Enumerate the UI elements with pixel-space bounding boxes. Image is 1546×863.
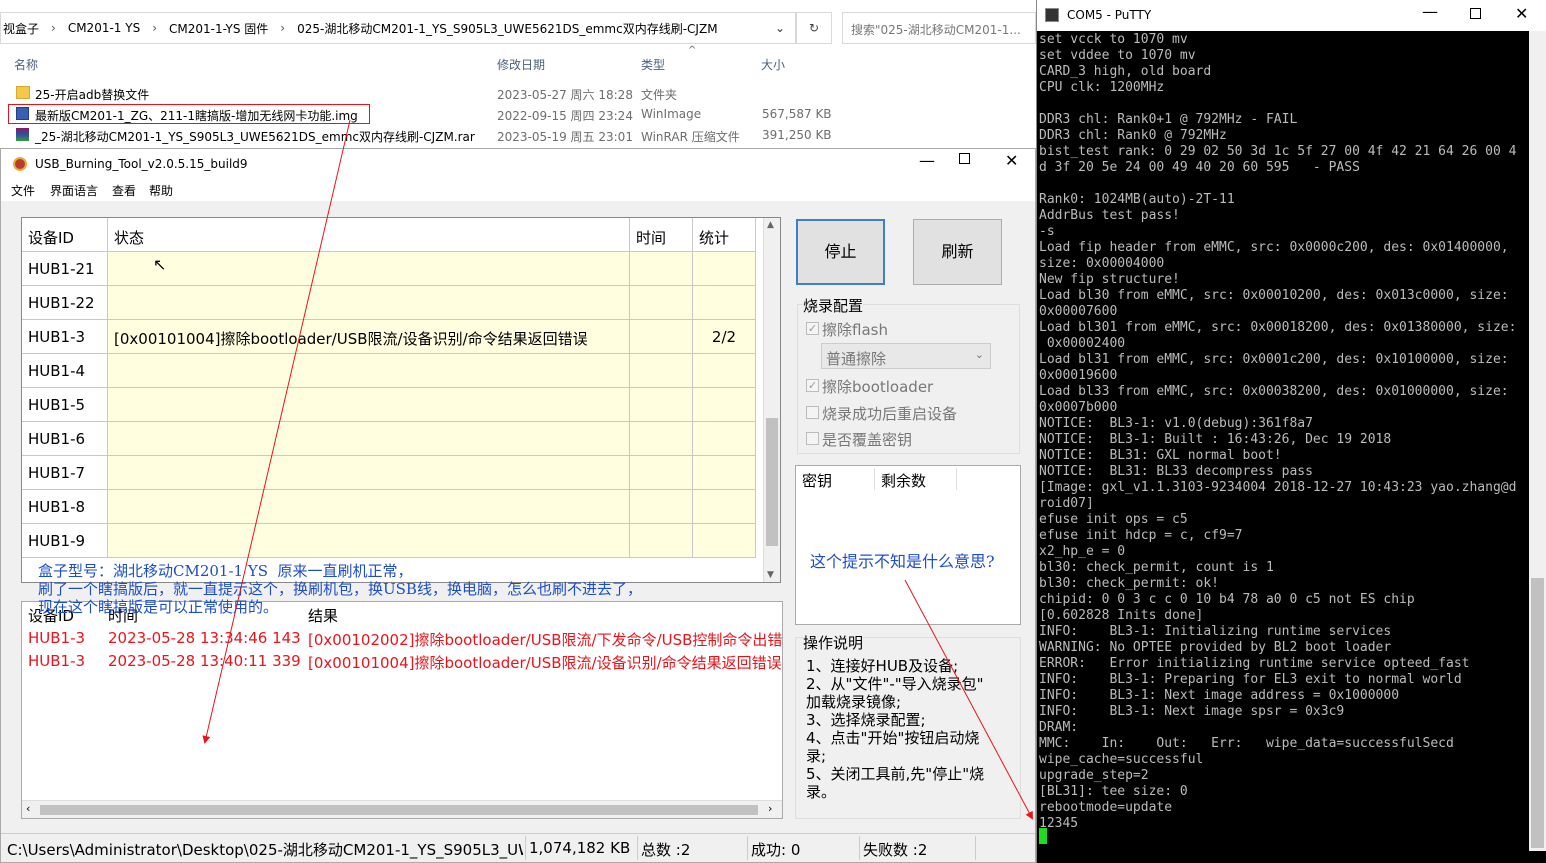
scroll-thumb[interactable] [1531, 578, 1544, 848]
close-icon[interactable]: ✕ [1515, 4, 1528, 23]
terminal-cursor [1039, 828, 1047, 844]
terminal-scrollbar[interactable] [1529, 31, 1546, 851]
arrow-line [202, 119, 351, 744]
arrow-line [904, 579, 1033, 820]
putty-title-bar[interactable]: COM5 - PuTTY — ✕ [1037, 0, 1546, 31]
maximize-icon[interactable] [1470, 8, 1481, 19]
putty-window: COM5 - PuTTY — ✕ set vcck to 1070 mv set… [1036, 0, 1546, 863]
putty-title: COM5 - PuTTY [1067, 8, 1152, 22]
terminal-output[interactable]: set vcck to 1070 mv set vddee to 1070 mv… [1039, 32, 1531, 852]
terminal-icon [1045, 8, 1059, 22]
minimize-icon[interactable]: — [1422, 2, 1438, 21]
